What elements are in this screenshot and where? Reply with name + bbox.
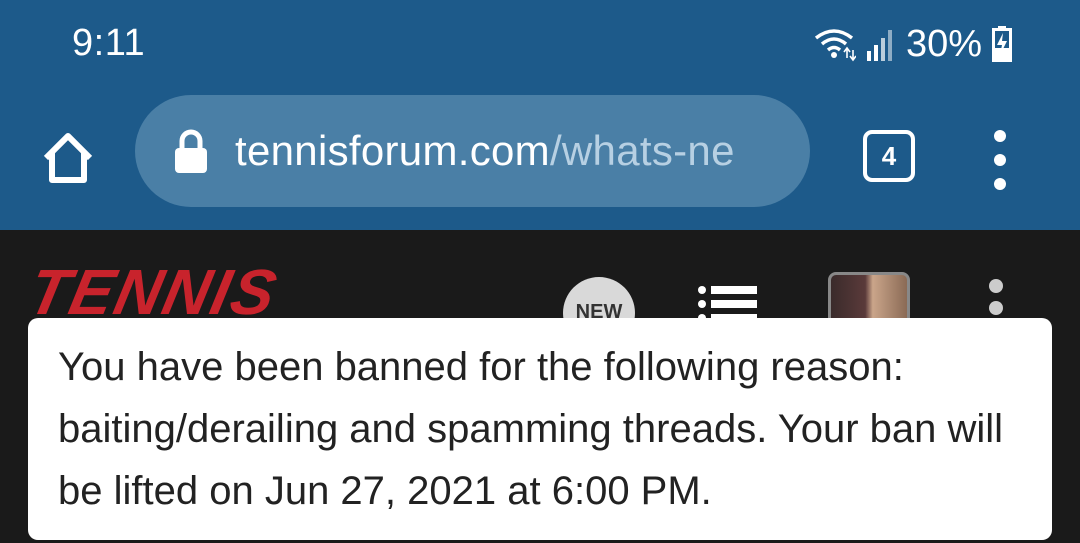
url-text: tennisforum.com/whats-ne xyxy=(235,127,735,175)
browser-menu-icon[interactable] xyxy=(988,128,1012,192)
wifi-icon xyxy=(814,29,856,62)
url-path: /whats-ne xyxy=(549,127,735,174)
address-bar[interactable]: tennisforum.com/whats-ne xyxy=(135,95,810,207)
status-indicators: 30% xyxy=(812,22,1012,66)
lock-icon xyxy=(175,129,207,173)
status-time: 9:11 xyxy=(72,22,146,64)
url-domain: tennisforum.com xyxy=(235,127,550,174)
browser-toolbar: tennisforum.com/whats-ne 4 xyxy=(0,90,1080,230)
battery-percentage: 30% xyxy=(905,22,982,65)
signal-icon xyxy=(866,30,892,61)
home-icon[interactable] xyxy=(40,130,96,186)
battery-charging-icon xyxy=(992,26,1012,62)
ban-notice-message: You have been banned for the following r… xyxy=(58,345,1004,513)
site-logo[interactable]: TENNIS xyxy=(22,256,284,328)
tab-switcher-button[interactable]: 4 xyxy=(863,130,915,182)
status-bar: 9:11 30% xyxy=(0,0,1080,90)
ban-notice-toast: You have been banned for the following r… xyxy=(28,318,1052,540)
